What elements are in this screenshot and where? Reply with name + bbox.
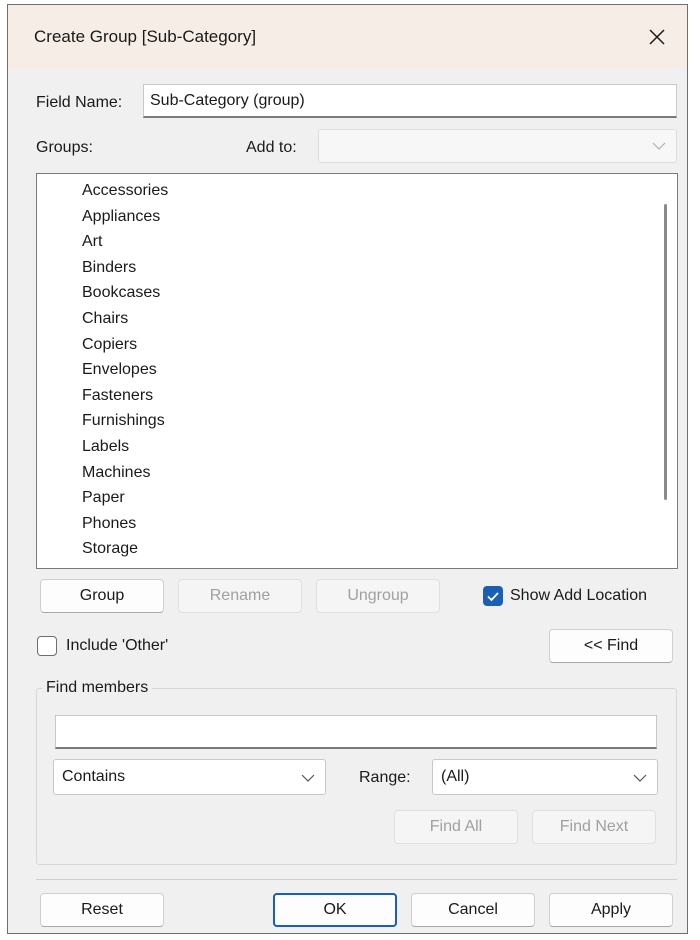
show-add-location-label: Show Add Location (510, 587, 647, 604)
list-item[interactable]: Storage (82, 536, 168, 562)
list-item[interactable]: Labels (82, 434, 168, 460)
checkmark-icon (487, 592, 499, 602)
match-mode-value: Contains (62, 768, 126, 785)
list-item[interactable]: Machines (82, 460, 168, 486)
list-item[interactable]: Bookcases (82, 280, 168, 306)
list-item[interactable]: Paper (82, 485, 168, 511)
group-button[interactable]: Group (40, 579, 164, 613)
rename-button[interactable]: Rename (178, 579, 302, 613)
window-title: Create Group [Sub-Category] (34, 27, 257, 46)
close-icon[interactable] (641, 21, 673, 53)
range-dropdown[interactable]: (All) (432, 759, 658, 795)
list-item[interactable]: Phones (82, 511, 168, 537)
include-other-label: Include 'Other' (66, 637, 169, 654)
list-item[interactable]: Binders (82, 255, 168, 281)
range-label: Range: (359, 769, 411, 786)
groups-label: Groups: (36, 139, 93, 156)
chevron-down-icon (652, 142, 666, 150)
members-list[interactable]: Accessories Appliances Art Binders Bookcases… (36, 173, 678, 569)
list-item[interactable]: Fasteners (82, 383, 168, 409)
field-name-input[interactable] (143, 84, 677, 118)
list-item[interactable]: Chairs (82, 306, 168, 332)
list-item[interactable]: Furnishings (82, 408, 168, 434)
list-item[interactable]: Accessories (82, 178, 168, 204)
find-members-search-input[interactable] (55, 715, 657, 749)
cancel-button[interactable]: Cancel (411, 893, 535, 927)
find-all-button[interactable]: Find All (394, 810, 518, 844)
scrollbar-thumb[interactable] (664, 204, 667, 500)
match-mode-dropdown[interactable]: Contains (53, 759, 326, 795)
chevron-down-icon (301, 774, 315, 782)
list-item[interactable]: Copiers (82, 332, 168, 358)
add-to-label: Add to: (246, 139, 297, 156)
ok-button[interactable]: OK (273, 893, 397, 927)
add-to-dropdown[interactable] (318, 129, 677, 163)
list-item[interactable]: Art (82, 229, 168, 255)
field-name-label: Field Name: (36, 94, 123, 111)
title-bar: Create Group [Sub-Category] (8, 5, 687, 69)
apply-button[interactable]: Apply (549, 893, 673, 927)
footer-divider (36, 879, 677, 880)
find-members-title: Find members (42, 679, 153, 697)
find-toggle-button[interactable]: << Find (549, 629, 673, 663)
list-item[interactable]: Envelopes (82, 357, 168, 383)
reset-button[interactable]: Reset (40, 893, 164, 927)
show-add-location-checkbox[interactable] (483, 586, 503, 606)
chevron-down-icon (633, 774, 647, 782)
include-other-checkbox[interactable] (37, 636, 57, 656)
find-next-button[interactable]: Find Next (532, 810, 656, 844)
ungroup-button[interactable]: Ungroup (316, 579, 440, 613)
range-value: (All) (441, 768, 470, 785)
list-item[interactable]: Appliances (82, 204, 168, 230)
create-group-dialog: Create Group [Sub-Category] Field Name: … (7, 4, 688, 934)
